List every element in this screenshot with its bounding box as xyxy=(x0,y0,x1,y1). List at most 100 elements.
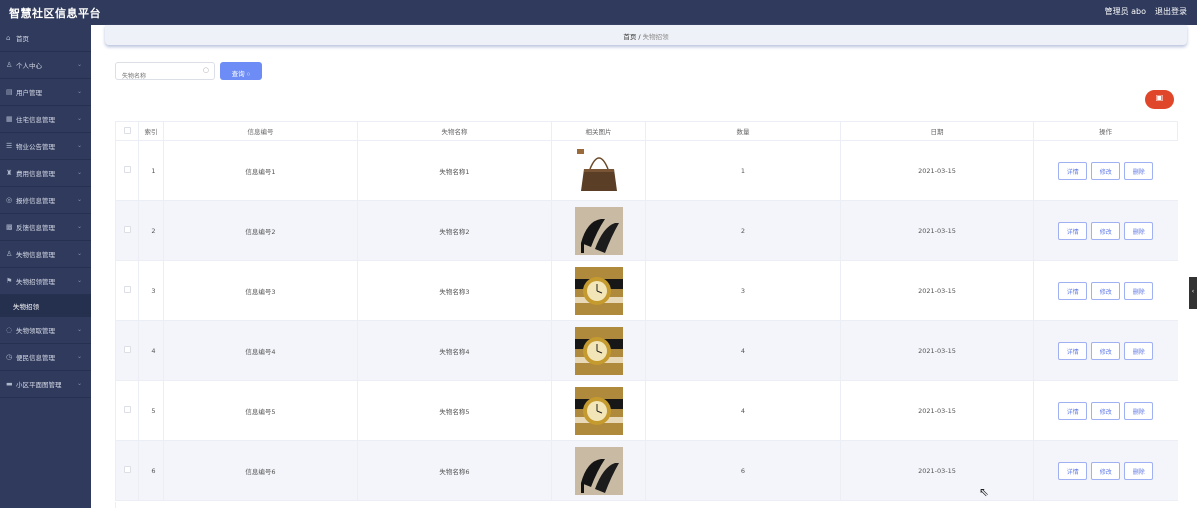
select-all-checkbox[interactable] xyxy=(123,126,131,134)
edit-button[interactable]: 修改 xyxy=(1091,161,1121,180)
delete-button[interactable]: 删除 xyxy=(1124,401,1154,420)
col-header-name: 失物名称 xyxy=(357,121,552,141)
sidebar-item[interactable]: ◌ 失物领取管理 ⌄ xyxy=(0,317,91,344)
nav-icon: ▬ xyxy=(6,380,13,388)
row-checkbox[interactable] xyxy=(123,406,131,413)
edit-button[interactable]: 修改 xyxy=(1091,281,1121,300)
table-row: 4 信息编号4 失物名称4 4 2021-03-15 详情 修改 删除 xyxy=(115,320,1178,381)
table-row: 1 信息编号1 失物名称1 1 2021-03-15 详情 修改 删除 xyxy=(115,140,1178,201)
col-header-image: 相关图片 xyxy=(551,121,646,141)
cell-ops: 详情 修改 删除 xyxy=(1033,320,1178,381)
chevron-down-icon: ⌄ xyxy=(76,61,82,68)
chevron-down-icon: ⌄ xyxy=(76,223,82,230)
logout-link[interactable]: 退出登录 xyxy=(1155,6,1187,17)
row-select-cell[interactable] xyxy=(115,380,139,441)
row-select-cell[interactable] xyxy=(115,320,139,381)
sidebar-item[interactable]: ⚑ 失物招领管理 ⌄ xyxy=(0,268,91,295)
row-select-cell[interactable] xyxy=(115,200,139,261)
cell-name: 失物名称6 xyxy=(357,440,552,501)
breadcrumb-separator: / xyxy=(638,33,641,41)
sidebar-item[interactable]: ▦ 住宅信息管理 ⌄ xyxy=(0,106,91,133)
sidebar-item[interactable]: ▩ 反馈信息管理 ⌄ xyxy=(0,214,91,241)
item-image[interactable] xyxy=(574,326,623,375)
sidebar-item[interactable]: ☰ 物业公告管理 ⌄ xyxy=(0,133,91,160)
row-select-cell[interactable] xyxy=(115,140,139,201)
sidebar-item-label: 费用信息管理 xyxy=(16,170,55,178)
chevron-down-icon: ⌄ xyxy=(76,353,82,360)
col-header-ops: 操作 xyxy=(1033,121,1178,141)
sidebar-item[interactable]: ◷ 便民信息管理 ⌄ xyxy=(0,344,91,371)
row-checkbox[interactable] xyxy=(123,166,131,173)
delete-button[interactable]: 删除 xyxy=(1124,461,1154,480)
sidebar-item[interactable]: ♙ 个人中心 ⌄ xyxy=(0,52,91,79)
cell-qty: 6 xyxy=(645,440,841,501)
chevron-down-icon: ⌄ xyxy=(76,326,82,333)
item-image[interactable] xyxy=(574,446,623,495)
sidebar-subitem-active[interactable]: 失物招领 xyxy=(0,295,91,317)
row-select-cell[interactable] xyxy=(115,260,139,321)
side-collapse-tab[interactable]: ‹ xyxy=(1189,277,1197,309)
nav-icon: ♙ xyxy=(6,250,13,258)
edit-button[interactable]: 修改 xyxy=(1091,461,1121,480)
item-image[interactable] xyxy=(574,146,623,195)
search-field: ○ xyxy=(115,62,215,85)
sidebar-item-label: 用户管理 xyxy=(16,89,42,97)
cell-image xyxy=(551,200,646,261)
query-button[interactable]: 查询 ○ xyxy=(220,62,262,80)
cell-name: 失物名称2 xyxy=(357,200,552,261)
breadcrumb-home[interactable]: 首页 xyxy=(623,33,636,41)
cell-ops: 详情 修改 删除 xyxy=(1033,140,1178,201)
chevron-down-icon: ⌄ xyxy=(76,142,82,149)
detail-button[interactable]: 详情 xyxy=(1058,221,1088,240)
search-icon: ○ xyxy=(246,71,251,78)
row-checkbox[interactable] xyxy=(123,286,131,293)
sidebar-item[interactable]: ▤ 用户管理 ⌄ xyxy=(0,79,91,106)
detail-button[interactable]: 详情 xyxy=(1058,281,1088,300)
select-all-cell[interactable] xyxy=(115,121,139,141)
detail-button[interactable]: 详情 xyxy=(1058,161,1088,180)
cell-name: 失物名称1 xyxy=(357,140,552,201)
cell-qty: 1 xyxy=(645,140,841,201)
row-checkbox[interactable] xyxy=(123,226,131,233)
sidebar-item[interactable]: ⌂ 首页 xyxy=(0,25,91,52)
cell-index: 4 xyxy=(138,320,164,381)
cell-date: 2021-03-15 xyxy=(840,260,1034,321)
cell-date: 2021-03-15 xyxy=(840,380,1034,441)
sidebar-item-label: 失物领取管理 xyxy=(16,327,55,335)
delete-button[interactable]: 删除 xyxy=(1124,161,1154,180)
chevron-down-icon: ⌄ xyxy=(76,250,82,257)
col-header-date: 日期 xyxy=(840,121,1034,141)
sidebar-item[interactable]: ♜ 费用信息管理 ⌄ xyxy=(0,160,91,187)
delete-button[interactable]: 删除 xyxy=(1124,341,1154,360)
cell-date: 2021-03-15 xyxy=(840,140,1034,201)
nav-icon: ▦ xyxy=(6,115,13,123)
sidebar-item[interactable]: ♙ 失物信息管理 ⌄ xyxy=(0,241,91,268)
cell-image xyxy=(551,320,646,381)
delete-button[interactable]: 删除 xyxy=(1124,221,1154,240)
sidebar-item[interactable]: ▬ 小区平面图管理 ⌄ xyxy=(0,371,91,398)
edit-button[interactable]: 修改 xyxy=(1091,221,1121,240)
cell-code: 信息编号1 xyxy=(163,140,358,201)
edit-button[interactable]: 修改 xyxy=(1091,401,1121,420)
row-checkbox[interactable] xyxy=(123,466,131,473)
sidebar-item[interactable]: ◎ 报修信息管理 ⌄ xyxy=(0,187,91,214)
table-row: 6 信息编号6 失物名称6 6 2021-03-15 详情 修改 删除 xyxy=(115,440,1178,501)
chevron-down-icon: ⌄ xyxy=(76,88,82,95)
cell-ops: 详情 修改 删除 xyxy=(1033,380,1178,441)
table-header-row: 索引 信息编号 失物名称 相关图片 数量 日期 操作 xyxy=(115,121,1178,141)
edit-button[interactable]: 修改 xyxy=(1091,341,1121,360)
nav-icon: ⚑ xyxy=(6,277,13,285)
col-header-qty: 数量 xyxy=(645,121,841,141)
cell-date: 2021-03-15 xyxy=(840,440,1034,501)
delete-button[interactable]: 删除 xyxy=(1124,281,1154,300)
row-checkbox[interactable] xyxy=(123,346,131,353)
item-image[interactable] xyxy=(574,266,623,315)
batch-delete-button[interactable]: ▣ xyxy=(1145,90,1174,109)
row-select-cell[interactable] xyxy=(115,440,139,501)
detail-button[interactable]: 详情 xyxy=(1058,401,1088,420)
search-input[interactable] xyxy=(116,68,196,85)
detail-button[interactable]: 详情 xyxy=(1058,341,1088,360)
detail-button[interactable]: 详情 xyxy=(1058,461,1088,480)
item-image[interactable] xyxy=(574,206,623,255)
item-image[interactable] xyxy=(574,386,623,435)
